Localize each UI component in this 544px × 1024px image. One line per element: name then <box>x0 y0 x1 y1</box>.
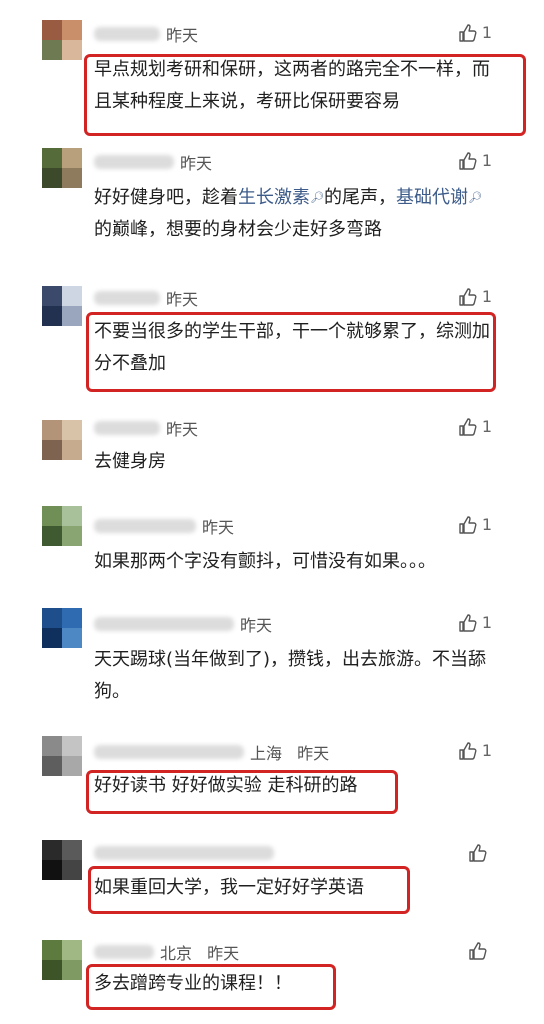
thumbs-up-icon <box>459 417 477 436</box>
keyword-link[interactable]: 生长激素 <box>238 187 310 208</box>
like-count: 1 <box>481 417 492 436</box>
keyword-link[interactable]: 基础代谢 <box>396 187 468 208</box>
thumbs-up-icon <box>459 613 477 632</box>
comment-text: 如果重回大学，我一定好好学英语 <box>94 877 364 898</box>
like-button[interactable]: 1 <box>458 416 492 437</box>
like-button[interactable] <box>468 940 492 961</box>
comment-text: 好好健身吧，趁着生长激素🔎︎的尾声，基础代谢🔎︎的巅峰，想要的身材会少走好多弯路 <box>94 182 494 246</box>
comment-meta: 昨天 <box>94 150 212 174</box>
comment-text: 去健身房 <box>94 451 166 472</box>
like-button[interactable]: 1 <box>458 150 492 171</box>
thumbs-up-icon <box>459 287 477 306</box>
like-button[interactable]: 1 <box>458 612 492 633</box>
like-count: 1 <box>481 151 492 170</box>
comment-time: 昨天 <box>166 290 199 309</box>
avatar[interactable] <box>42 20 82 60</box>
comment-meta: 昨天 <box>94 612 272 636</box>
comment-text: 早点规划考研和保研，这两者的路完全不一样，而且某种程度上来说，考研比保研要容易 <box>94 59 490 112</box>
like-count: 1 <box>481 741 492 760</box>
avatar[interactable] <box>42 148 82 188</box>
avatar[interactable] <box>42 420 82 460</box>
like-count: 1 <box>481 613 492 632</box>
avatar[interactable] <box>42 940 82 980</box>
comment-time: 昨天 <box>207 944 240 963</box>
search-icon: 🔎︎ <box>310 191 324 204</box>
comment-time: 昨天 <box>202 518 235 537</box>
thumbs-up-icon <box>459 23 477 42</box>
like-button[interactable] <box>468 842 492 863</box>
text-segment: 的巅峰，想要的身材会少走好多弯路 <box>94 219 382 240</box>
comment-meta: 昨天 <box>94 22 198 46</box>
comment-meta: 昨天 <box>94 286 198 310</box>
like-button[interactable]: 1 <box>458 514 492 535</box>
comment-time: 昨天 <box>297 744 330 763</box>
comment-text: 多去蹭跨专业的课程！！ <box>94 973 292 994</box>
like-count: 1 <box>481 287 492 306</box>
comment-text: 天天踢球(当年做到了)，攒钱，出去旅游。不当舔狗。 <box>94 649 487 702</box>
avatar[interactable] <box>42 608 82 648</box>
thumbs-up-icon <box>459 515 477 534</box>
comment-meta: 昨天 <box>94 514 234 538</box>
comment-time: 昨天 <box>166 26 199 45</box>
comment-meta: 昨天 <box>94 416 198 440</box>
like-button[interactable]: 1 <box>458 286 492 307</box>
like-button[interactable]: 1 <box>458 740 492 761</box>
thumbs-up-icon <box>459 741 477 760</box>
thumbs-up-icon <box>469 941 487 960</box>
comment-time: 昨天 <box>180 154 213 173</box>
comment-meta: 上海 昨天 <box>94 740 329 764</box>
like-button[interactable]: 1 <box>458 22 492 43</box>
comment-text: 好好读书 好好做实验 走科研的路 <box>94 775 358 796</box>
comment-meta: 北京 昨天 <box>94 940 239 964</box>
avatar[interactable] <box>42 506 82 546</box>
comment-text: 如果那两个字没有颤抖，可惜没有如果。。。 <box>94 551 436 572</box>
comment-time: 昨天 <box>240 616 273 635</box>
comment-meta <box>94 842 280 866</box>
avatar[interactable] <box>42 286 82 326</box>
comment-location: 北京 <box>160 944 193 963</box>
thumbs-up-icon <box>469 843 487 862</box>
comment-text: 不要当很多的学生干部，干一个就够累了，综测加分不叠加 <box>94 321 490 374</box>
avatar[interactable] <box>42 736 82 776</box>
like-count: 1 <box>481 515 492 534</box>
comment-location: 上海 <box>250 744 283 763</box>
avatar[interactable] <box>42 840 82 880</box>
text-segment: 好好健身吧，趁着 <box>94 187 238 208</box>
text-segment: 的尾声， <box>323 187 396 208</box>
comment-time: 昨天 <box>166 420 199 439</box>
thumbs-up-icon <box>459 151 477 170</box>
search-icon: 🔎︎ <box>467 191 482 204</box>
like-count: 1 <box>481 23 492 42</box>
